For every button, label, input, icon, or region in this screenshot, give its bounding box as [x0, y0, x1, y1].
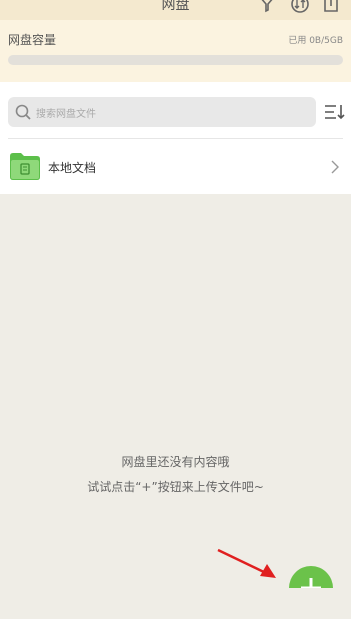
red-arrow-annotation: [217, 548, 276, 578]
capacity-panel: 网盘容量 已用 0B/5GB: [0, 20, 351, 82]
upload-box-icon[interactable]: [321, 0, 341, 14]
capacity-progress-bar: [8, 55, 343, 65]
empty-state-line2: 试试点击“+”按钮来上传文件吧~: [87, 480, 264, 494]
search-icon: [15, 104, 31, 120]
file-list-area: 搜索网盘文件 本地文档: [0, 82, 351, 194]
search-input[interactable]: 搜索网盘文件: [8, 97, 316, 127]
bottom-area: [0, 588, 351, 619]
capacity-used-label: 已用 0B/5GB: [288, 36, 343, 46]
chevron-right-icon: [331, 160, 339, 174]
top-bar: 网盘: [0, 0, 351, 20]
search-placeholder: 搜索网盘文件: [36, 109, 96, 120]
capacity-title: 网盘容量: [8, 33, 57, 47]
sort-icon[interactable]: [324, 102, 346, 122]
filter-icon[interactable]: [257, 0, 277, 14]
empty-state: 网盘里还没有内容哦 试试点击“+”按钮来上传文件吧~: [0, 450, 351, 500]
transfer-icon[interactable]: [290, 0, 310, 14]
local-documents-label: 本地文档: [48, 161, 97, 175]
empty-state-line1: 网盘里还没有内容哦: [121, 455, 230, 469]
local-documents-row[interactable]: 本地文档: [0, 139, 351, 194]
folder-icon: [10, 153, 40, 180]
